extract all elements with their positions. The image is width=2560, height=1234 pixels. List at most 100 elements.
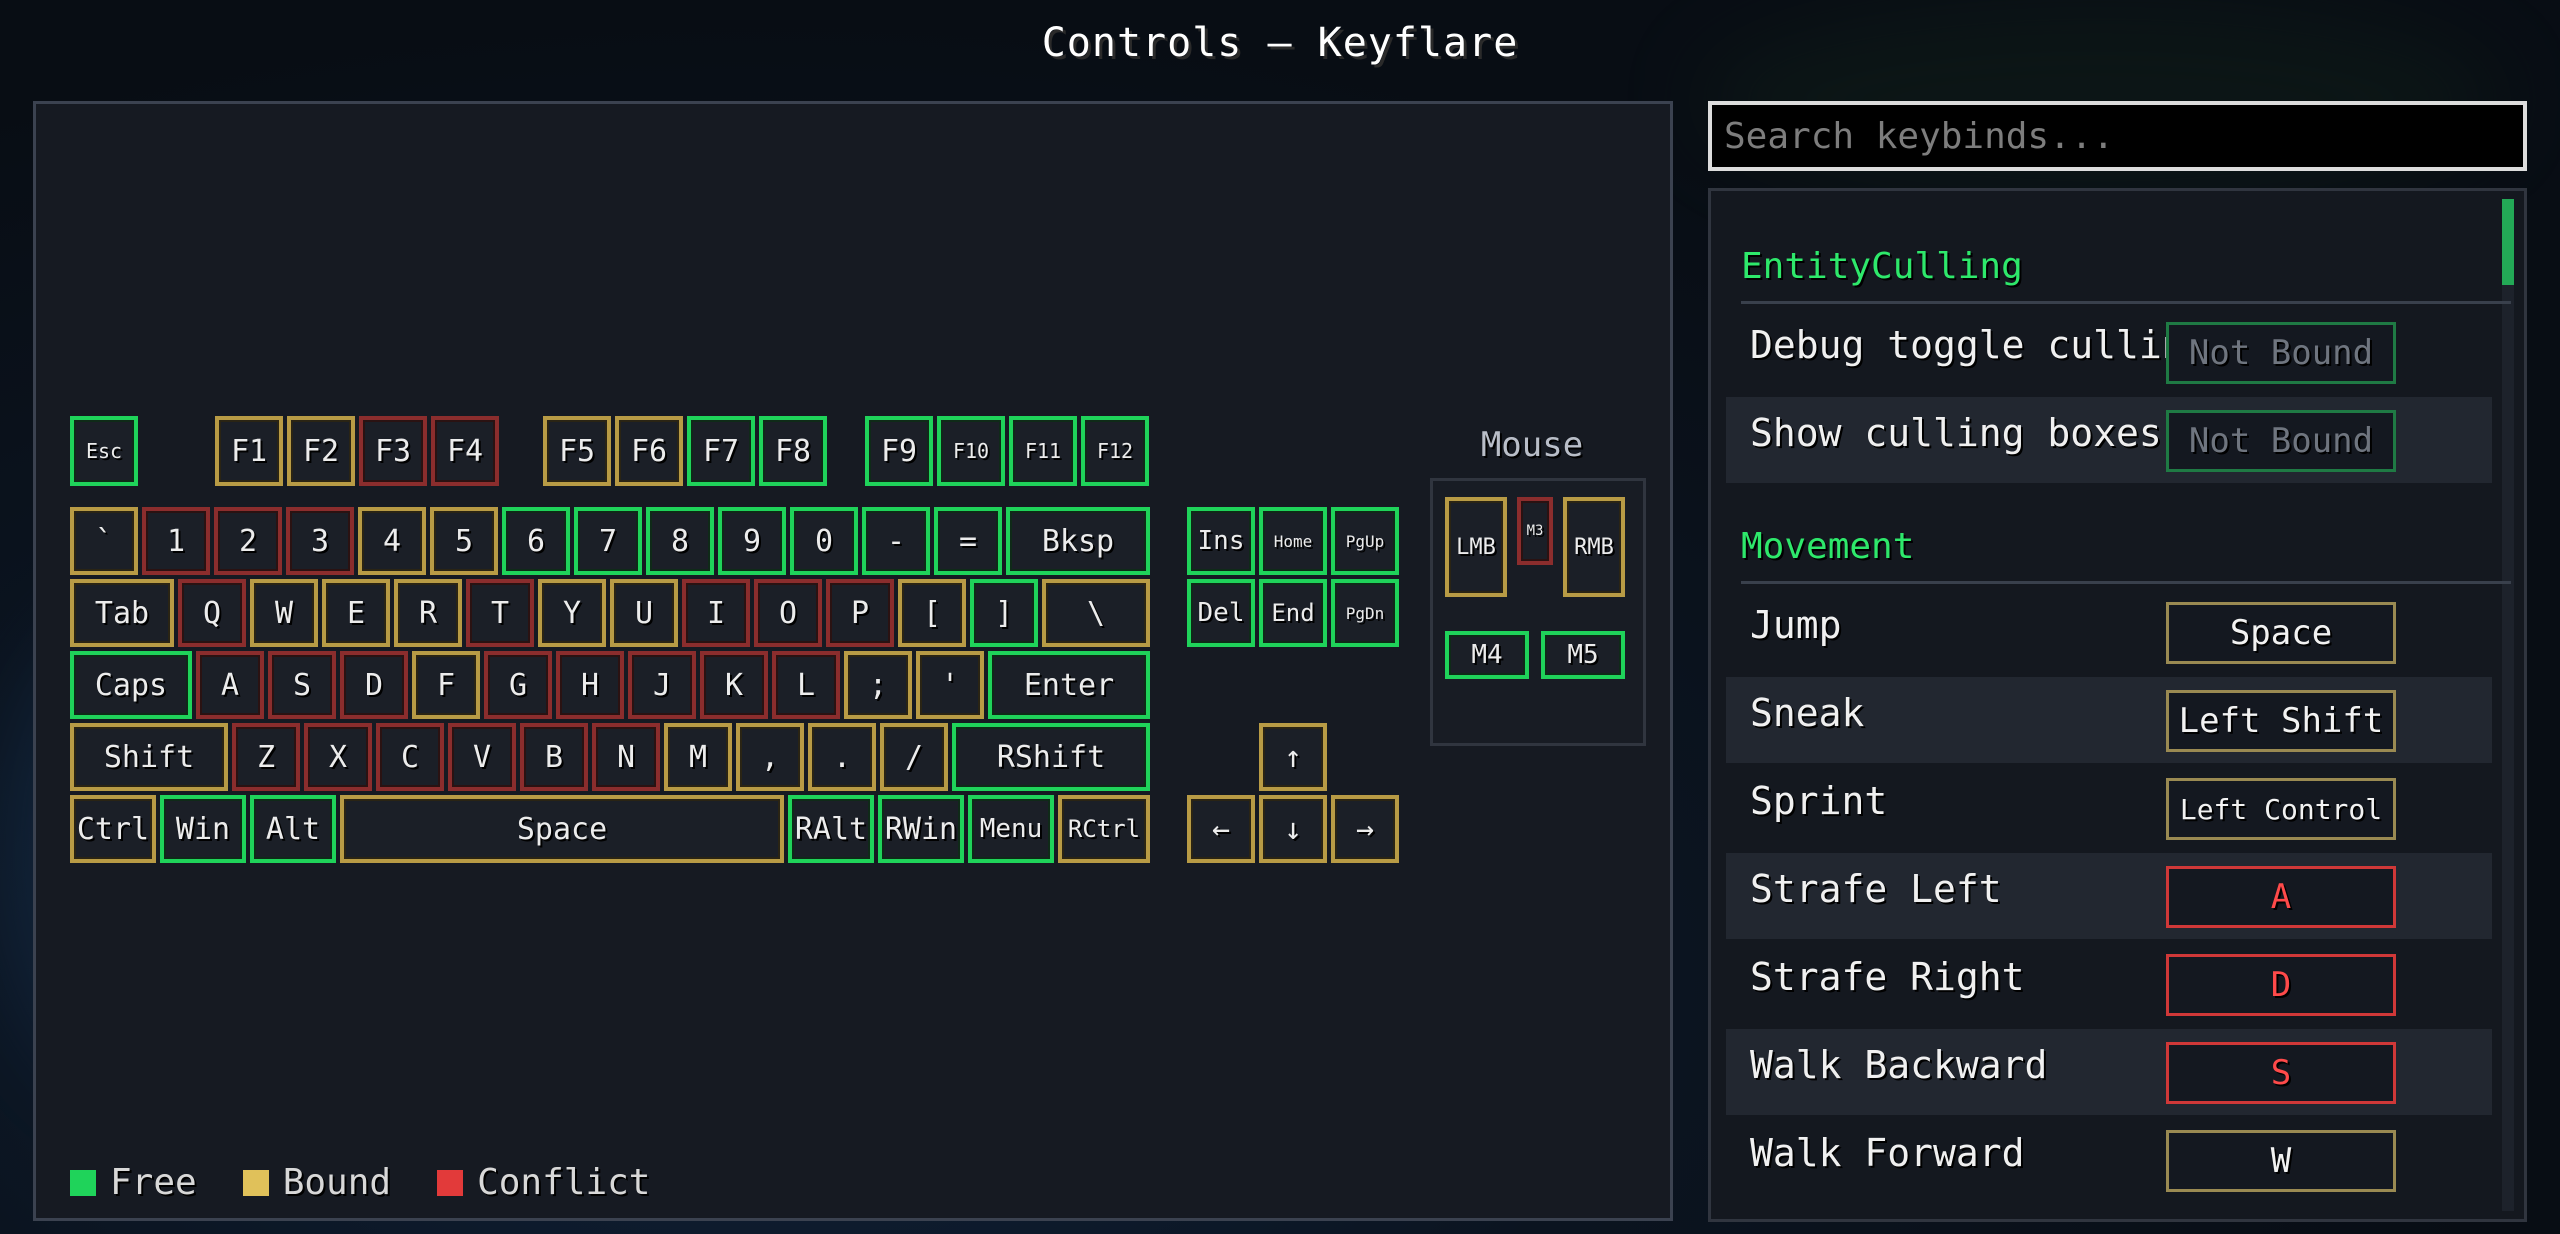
keybind-button[interactable]: A	[2166, 866, 2396, 928]
mouse-left-button[interactable]: LMB	[1445, 497, 1507, 597]
key-0[interactable]: 0	[790, 507, 858, 575]
key-f5[interactable]: F5	[543, 416, 611, 486]
key-delete[interactable]: Del	[1187, 579, 1255, 647]
key-win[interactable]: Win	[160, 795, 246, 863]
keybind-list[interactable]: EntityCulling Debug toggle culling Not B…	[1708, 188, 2527, 1222]
key-i[interactable]: I	[682, 579, 750, 647]
key-minus[interactable]: -	[862, 507, 930, 575]
key-page-up[interactable]: PgUp	[1331, 507, 1399, 575]
key-f10[interactable]: F10	[937, 416, 1005, 486]
key-a[interactable]: A	[196, 651, 264, 719]
key-grave[interactable]: `	[70, 507, 138, 575]
key-p[interactable]: P	[826, 579, 894, 647]
key-right-alt[interactable]: RAlt	[788, 795, 874, 863]
scrollbar-thumb[interactable]	[2502, 199, 2514, 285]
key-insert[interactable]: Ins	[1187, 507, 1255, 575]
key-f7[interactable]: F7	[687, 416, 755, 486]
key-t[interactable]: T	[466, 579, 534, 647]
key-f1[interactable]: F1	[215, 416, 283, 486]
keybind-row[interactable]: Show culling boxes Not Bound	[1726, 397, 2492, 483]
key-g[interactable]: G	[484, 651, 552, 719]
key-ctrl[interactable]: Ctrl	[70, 795, 156, 863]
mouse-right-button[interactable]: RMB	[1563, 497, 1625, 597]
key-f11[interactable]: F11	[1009, 416, 1077, 486]
mouse-button-5[interactable]: M5	[1541, 631, 1625, 679]
keybind-button[interactable]: Left Control	[2166, 778, 2396, 840]
key-period[interactable]: .	[808, 723, 876, 791]
keybind-button[interactable]: D	[2166, 954, 2396, 1016]
keybind-row[interactable]: Sneak Left Shift	[1726, 677, 2492, 763]
keybind-row[interactable]: Strafe Left A	[1726, 853, 2492, 939]
key-l[interactable]: L	[772, 651, 840, 719]
search-input[interactable]	[1708, 101, 2527, 171]
key-right-shift[interactable]: RShift	[952, 723, 1150, 791]
key-f4[interactable]: F4	[431, 416, 499, 486]
key-h[interactable]: H	[556, 651, 624, 719]
keybind-button[interactable]: Space	[2166, 602, 2396, 664]
key-u[interactable]: U	[610, 579, 678, 647]
key-3[interactable]: 3	[286, 507, 354, 575]
key-5[interactable]: 5	[430, 507, 498, 575]
keybind-button[interactable]: S	[2166, 1042, 2396, 1104]
mouse-middle-button[interactable]: M3	[1517, 497, 1553, 565]
key-semicolon[interactable]: ;	[844, 651, 912, 719]
key-n[interactable]: N	[592, 723, 660, 791]
key-equals[interactable]: =	[934, 507, 1002, 575]
key-esc[interactable]: Esc	[70, 416, 138, 486]
key-d[interactable]: D	[340, 651, 408, 719]
key-y[interactable]: Y	[538, 579, 606, 647]
key-backslash[interactable]: \	[1042, 579, 1150, 647]
keybind-row[interactable]: Walk Forward W	[1726, 1117, 2492, 1203]
keybind-row[interactable]: Strafe Right D	[1726, 941, 2492, 1027]
key-4[interactable]: 4	[358, 507, 426, 575]
key-j[interactable]: J	[628, 651, 696, 719]
key-right-win[interactable]: RWin	[878, 795, 964, 863]
key-f8[interactable]: F8	[759, 416, 827, 486]
key-v[interactable]: V	[448, 723, 516, 791]
mouse-button-4[interactable]: M4	[1445, 631, 1529, 679]
key-o[interactable]: O	[754, 579, 822, 647]
key-end[interactable]: End	[1259, 579, 1327, 647]
key-6[interactable]: 6	[502, 507, 570, 575]
key-m[interactable]: M	[664, 723, 732, 791]
scrollbar[interactable]	[2502, 199, 2514, 1211]
key-f6[interactable]: F6	[615, 416, 683, 486]
key-tab[interactable]: Tab	[70, 579, 174, 647]
key-alt[interactable]: Alt	[250, 795, 336, 863]
key-w[interactable]: W	[250, 579, 318, 647]
keybind-row[interactable]: Sprint Left Control	[1726, 765, 2492, 851]
key-space[interactable]: Space	[340, 795, 784, 863]
key-comma[interactable]: ,	[736, 723, 804, 791]
key-left-bracket[interactable]: [	[898, 579, 966, 647]
key-quote[interactable]: '	[916, 651, 984, 719]
key-r[interactable]: R	[394, 579, 462, 647]
key-7[interactable]: 7	[574, 507, 642, 575]
key-x[interactable]: X	[304, 723, 372, 791]
keybind-button[interactable]: Not Bound	[2166, 322, 2396, 384]
key-b[interactable]: B	[520, 723, 588, 791]
keybind-button[interactable]: W	[2166, 1130, 2396, 1192]
key-right-bracket[interactable]: ]	[970, 579, 1038, 647]
keybind-button[interactable]: Left Shift	[2166, 690, 2396, 752]
key-f9[interactable]: F9	[865, 416, 933, 486]
key-arrow-left[interactable]: ←	[1187, 795, 1255, 863]
key-caps[interactable]: Caps	[70, 651, 192, 719]
key-8[interactable]: 8	[646, 507, 714, 575]
keybind-row[interactable]: Debug toggle culling Not Bound	[1726, 309, 2492, 395]
key-f2[interactable]: F2	[287, 416, 355, 486]
key-arrow-up[interactable]: ↑	[1259, 723, 1327, 791]
key-c[interactable]: C	[376, 723, 444, 791]
key-k[interactable]: K	[700, 651, 768, 719]
key-arrow-right[interactable]: →	[1331, 795, 1399, 863]
key-shift[interactable]: Shift	[70, 723, 228, 791]
key-enter[interactable]: Enter	[988, 651, 1150, 719]
key-2[interactable]: 2	[214, 507, 282, 575]
keybind-row[interactable]: Jump Space	[1726, 589, 2492, 675]
key-f3[interactable]: F3	[359, 416, 427, 486]
key-s[interactable]: S	[268, 651, 336, 719]
key-q[interactable]: Q	[178, 579, 246, 647]
key-f[interactable]: F	[412, 651, 480, 719]
key-page-down[interactable]: PgDn	[1331, 579, 1399, 647]
key-backspace[interactable]: Bksp	[1006, 507, 1150, 575]
key-1[interactable]: 1	[142, 507, 210, 575]
